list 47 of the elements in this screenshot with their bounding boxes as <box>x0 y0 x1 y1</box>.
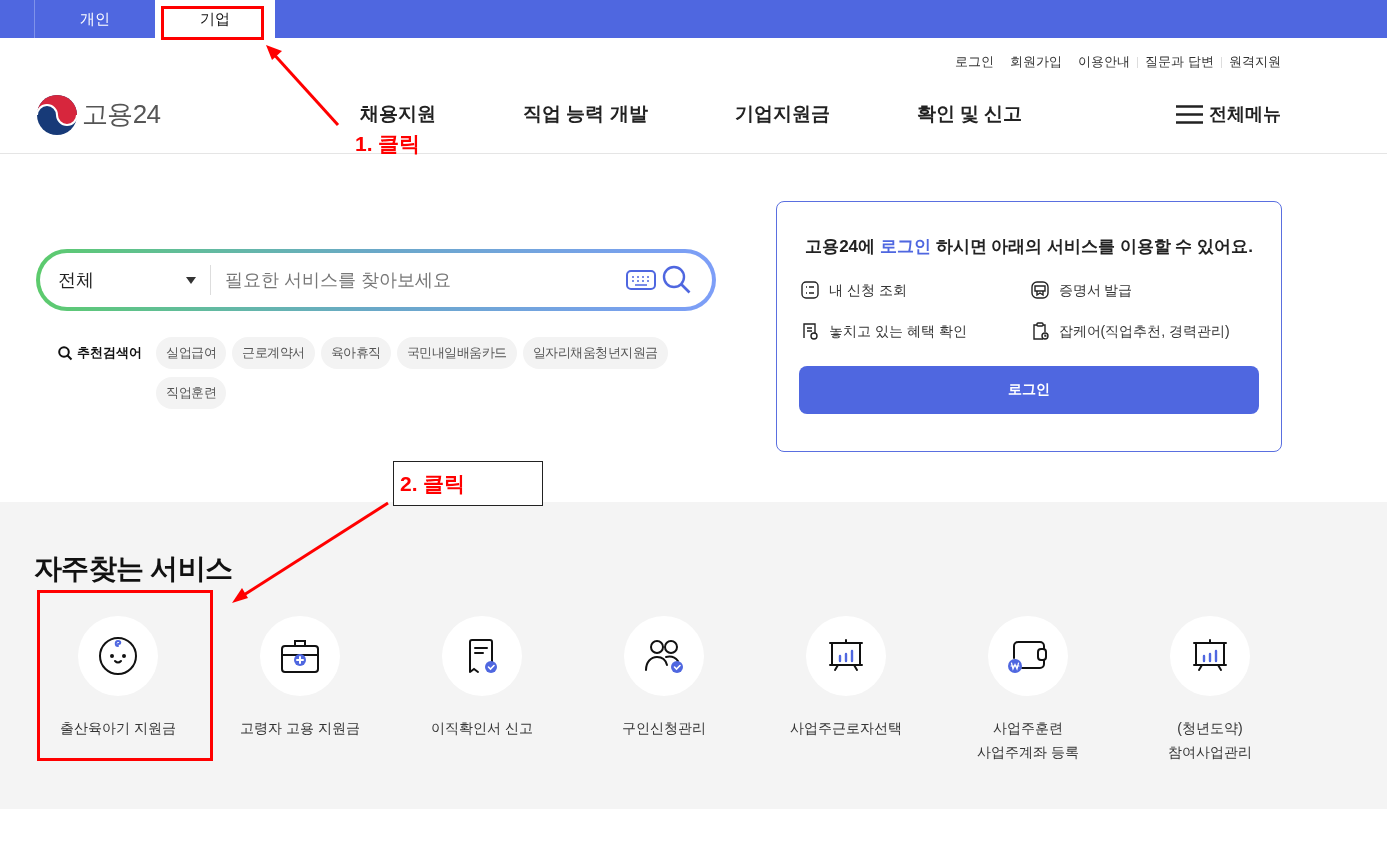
utility-link[interactable]: 질문과 답변 <box>1145 52 1214 72</box>
utility-link[interactable]: 원격지원 <box>1229 52 1281 72</box>
menu-icon <box>1176 105 1203 124</box>
login-button[interactable]: 로그인 <box>799 365 1259 414</box>
nav-link[interactable]: 직업 능력 개발 <box>523 100 648 129</box>
nav-link[interactable]: 채용지원 <box>360 100 436 129</box>
utility-link[interactable]: 이용안내 <box>1078 52 1131 72</box>
nav-link[interactable]: 기업지원금 <box>734 100 830 129</box>
user-type-tab[interactable]: 개인 <box>35 0 155 38</box>
service-link[interactable]: 사업주근로자선택 <box>790 716 902 740</box>
service-benefit-text: 내 신청 조회 <box>829 280 907 300</box>
keyword-chip[interactable]: 일자리채움청년지원금 <box>522 337 668 369</box>
recommended-label: 추천검색어 <box>77 344 142 363</box>
search-icon[interactable] <box>662 265 692 295</box>
service-link[interactable]: 사업주훈련 사업주계좌 등록 <box>977 716 1079 764</box>
keyword-chip[interactable]: 직업훈련 <box>156 377 226 409</box>
certificate-icon <box>1029 280 1050 300</box>
service-link[interactable]: 이직확인서 신고 <box>431 716 533 740</box>
all-menu-button[interactable]: 전체메뉴 <box>1176 101 1281 128</box>
login-prompt: 고용24에 로그인 하시면 아래의 서비스를 이용할 수 있어요. <box>804 236 1254 258</box>
annotation-label: 1. 클릭 <box>355 131 421 157</box>
service-link[interactable]: (청년도약) 참여사업관리 <box>1168 716 1252 764</box>
keyword-chip[interactable]: 실업급여 <box>156 337 226 369</box>
nav-link[interactable]: 확인 및 신고 <box>916 100 1023 129</box>
logo-emblem-icon <box>36 93 78 136</box>
logo-text: 고용24 <box>82 98 161 131</box>
utility-link[interactable]: 로그인 <box>955 52 995 72</box>
service-link[interactable]: 고령자 고용 지원금 <box>240 716 360 740</box>
service-benefit-text: 놓치고 있는 혜택 확인 <box>829 321 967 341</box>
section-title: 자주찾는 서비스 <box>33 552 234 586</box>
service-link[interactable]: 구인신청관리 <box>622 716 706 740</box>
utility-link[interactable]: 회원가입 <box>1010 52 1063 72</box>
category-select[interactable]: 전체 <box>58 266 196 294</box>
service-benefit-text: 잡케어(직업추천, 경력관리) <box>1058 321 1230 341</box>
keyword-chip[interactable]: 국민내일배움카드 <box>396 337 517 369</box>
keyword-chip[interactable]: 근로계약서 <box>232 337 315 369</box>
keyboard-icon[interactable] <box>626 270 656 290</box>
dropdown-caret-icon <box>186 276 196 284</box>
service-benefit-text: 증명서 발급 <box>1058 280 1133 300</box>
search-field[interactable]: 전체 필요한 서비스를 찾아보세요 <box>36 249 716 311</box>
document-icon <box>800 321 820 341</box>
search-icon <box>58 345 73 361</box>
service-link[interactable]: 출산육아기 지원금 <box>60 716 176 740</box>
checklist-icon <box>800 280 820 300</box>
annotation-label: 2. 클릭 <box>393 461 543 506</box>
keyword-chip[interactable]: 육아휴직 <box>320 337 391 369</box>
baby-face-icon <box>96 634 140 678</box>
